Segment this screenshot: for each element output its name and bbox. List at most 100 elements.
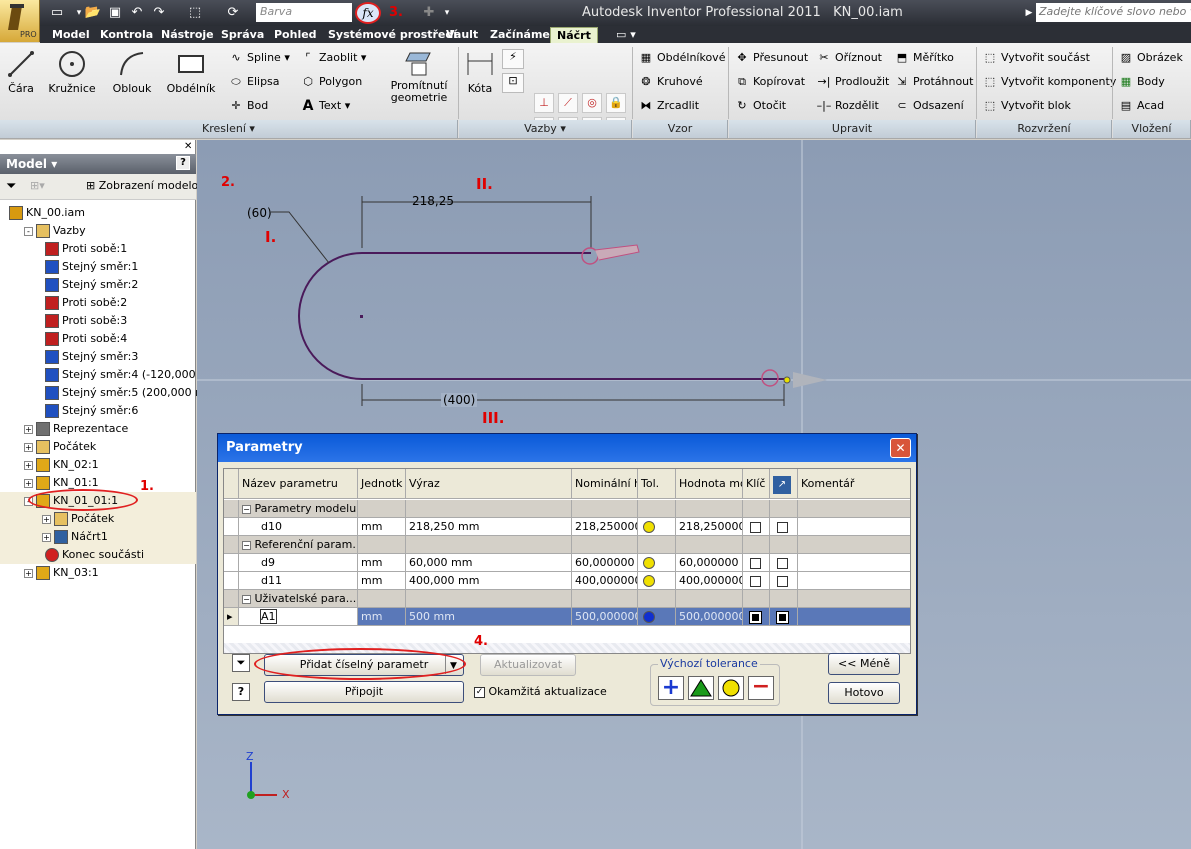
browser-tree-item[interactable]: Proti sobě:2 [0,294,196,312]
lower-tolerance-icon[interactable]: − [748,676,774,700]
header-tolerance[interactable]: Tol. [638,469,676,499]
browser-tree-item[interactable]: - Vazby [0,222,196,240]
rectangular-pattern-button[interactable]: ▦ Obdélníkové [638,49,726,67]
table-cell[interactable] [798,572,910,590]
split-button[interactable]: –|– Rozdělit [816,97,879,115]
help-icon[interactable]: ? [176,156,190,170]
upper-tolerance-icon[interactable]: + [658,676,684,700]
customize-dropdown-icon[interactable]: ▾ [438,5,456,21]
link-button[interactable]: Připojit [264,681,464,703]
browser-tree-item[interactable]: Proti sobě:4 [0,330,196,348]
dimension-leader-left[interactable] [271,211,330,264]
tab-zaciname[interactable]: Začínáme [490,27,550,43]
table-cell[interactable]: 500,000000 [676,608,743,626]
trim-button[interactable]: ✂ Oříznout [816,49,882,67]
extend-button[interactable]: →| Prodloužit [816,73,890,91]
table-cell[interactable]: 400,000000 [572,572,638,590]
collapse-icon[interactable]: − [242,505,251,514]
table-cell[interactable]: 400,000 mm [406,572,572,590]
header-nominal[interactable]: Nominální h [572,469,638,499]
show-constraints-icon[interactable]: ⊡ [502,73,524,93]
table-cell[interactable] [798,554,910,572]
table-cell[interactable]: 60,000 mm [406,554,572,572]
tangent-icon[interactable]: ⟋ [558,93,578,113]
browser-tree-item[interactable]: + KN_03:1 [0,564,196,582]
key-checkbox[interactable] [749,610,762,624]
table-cell[interactable] [743,608,770,626]
move-button[interactable]: ✥ Přesunout [734,49,808,67]
points-button[interactable]: ▦ Body [1118,73,1165,91]
rotate-button[interactable]: ↻ Otočit [734,97,786,115]
table-cell[interactable] [770,518,798,536]
new-icon[interactable]: ▭ [48,5,66,21]
tab-nacrt[interactable]: Náčrt [550,27,598,43]
application-menu-button[interactable]: PRO [0,0,40,42]
expand-icon[interactable]: + [42,514,51,524]
browser-tree-item[interactable]: + Reprezentace [0,420,196,438]
filter-icon[interactable]: ⏷ [232,654,250,672]
browser-tree-item[interactable]: Konec součásti [0,546,196,564]
browser-tree-item[interactable]: + Náčrt1 [0,528,196,546]
table-cell[interactable] [743,572,770,590]
panel-label-kresleni[interactable]: Kreslení ▾ [0,120,458,138]
expand-icon[interactable]: + [24,478,33,488]
make-part-button[interactable]: ⬚ Vytvořit součást [982,49,1090,67]
browser-tree-item[interactable]: Stejný směr:3 [0,348,196,366]
table-cell[interactable]: 60,000000 [676,554,743,572]
rectangle-button[interactable]: Obdélník [166,49,216,95]
table-cell[interactable] [638,608,676,626]
table-cell[interactable] [770,572,798,590]
tab-kontrola[interactable]: Kontrola [100,27,153,43]
browser-tree-item[interactable]: Stejný směr:5 (200,000 m [0,384,206,402]
tolerance-yellow-icon[interactable] [643,557,655,569]
copy-button[interactable]: ⧉ Kopírovat [734,73,805,91]
collapse-icon[interactable]: − [242,595,251,604]
table-cell[interactable] [770,608,798,626]
table-cell[interactable] [798,518,910,536]
table-cell[interactable]: 400,000000 [676,572,743,590]
table-cell[interactable]: 218,250000 [676,518,743,536]
collapse-icon[interactable]: - [24,226,33,236]
text-button[interactable]: A Text ▾ [300,97,351,115]
dimension-bottom-value[interactable]: (400) [441,393,478,407]
browser-header[interactable]: Model ▾ ? [0,154,196,174]
header-expression[interactable]: Výraz [406,469,572,499]
filter-icon[interactable]: ⏷ [6,179,16,194]
table-cell[interactable]: d11 [239,572,358,590]
less-button[interactable]: << Méně [828,653,900,675]
close-browser-icon[interactable]: ✕ [184,141,192,152]
key-checkbox[interactable] [750,575,761,587]
parameter-row[interactable]: d9 mm 60,000 mm 60,000000 60,000000 [224,554,910,572]
header-unit[interactable]: Jednotk [358,469,406,499]
table-cell[interactable] [638,572,676,590]
point-button[interactable]: ✛ Bod [228,97,268,115]
dimension-left-value[interactable]: (60) [247,206,272,220]
tab-extra-icon[interactable]: ▭ ▾ [616,27,636,43]
select-icon[interactable]: ⬚ [186,5,204,21]
done-button[interactable]: Hotovo [828,682,900,704]
tab-nastroje[interactable]: Nástroje [161,27,214,43]
sketch-profile[interactable] [298,252,784,380]
browser-tree-item[interactable]: Stejný směr:4 (-120,000 m [0,366,210,384]
parameter-group-row[interactable]: − Parametry modelu [224,500,910,518]
dimension-top-value[interactable]: 218,25 [412,194,454,208]
table-cell[interactable]: 218,250000 [572,518,638,536]
browser-tree-item[interactable]: Stejný směr:1 [0,258,196,276]
table-cell[interactable] [743,554,770,572]
hierarchy-icon[interactable]: ⊞▾ [30,179,45,192]
circular-pattern-button[interactable]: ❂ Kruhové [638,73,702,91]
plus-icon[interactable]: ✚ [420,5,438,21]
update-button[interactable]: Aktualizovat [480,654,576,676]
export-checkbox[interactable] [777,575,788,587]
collapse-icon[interactable]: − [242,541,251,550]
perpendicular-icon[interactable]: ⊥ [534,93,554,113]
parameter-group-row[interactable]: − Referenční param... [224,536,910,554]
table-cell[interactable] [798,608,910,626]
dialog-help-button[interactable]: ? [232,683,250,701]
project-geometry-button[interactable]: Promítnutí geometrie [388,49,450,104]
dimension-top[interactable] [361,196,592,248]
tab-sprava[interactable]: Správa [221,27,264,43]
table-cell[interactable]: mm [358,518,406,536]
tolerance-blue-icon[interactable] [643,611,655,623]
table-cell[interactable] [638,554,676,572]
